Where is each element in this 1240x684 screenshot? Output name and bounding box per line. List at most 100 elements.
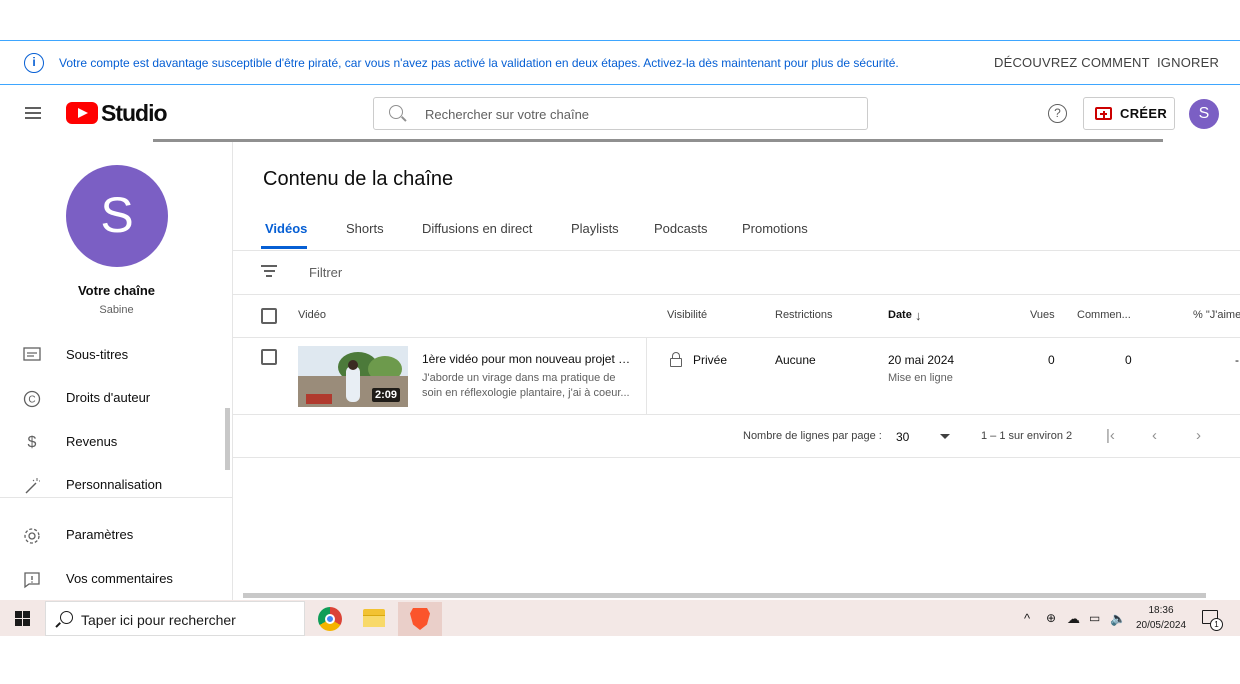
tab-videos[interactable]: Vidéos (265, 221, 307, 236)
likes-value: - (1235, 353, 1239, 367)
tab-live[interactable]: Diffusions en direct (422, 221, 532, 236)
battery-icon[interactable]: ▭ (1089, 611, 1100, 625)
select-all-checkbox[interactable] (261, 308, 277, 324)
channel-name: Sabine (99, 304, 134, 316)
column-restrictions: Restrictions (775, 309, 833, 321)
next-page-icon[interactable]: › (1196, 427, 1201, 444)
lock-icon (670, 352, 682, 367)
security-banner: i Votre compte est davantage susceptible… (0, 40, 1240, 85)
create-button[interactable]: CRÉER (1083, 97, 1175, 130)
pagination-divider (233, 457, 1240, 458)
tab-podcasts[interactable]: Podcasts (654, 221, 707, 236)
video-thumbnail[interactable]: 2:09 (298, 346, 408, 407)
row-checkbox[interactable] (261, 349, 277, 365)
sidebar-item-copyright[interactable]: C Droits d'auteur (0, 378, 232, 418)
volume-icon[interactable]: 🔈 (1110, 611, 1126, 627)
svg-text:C: C (28, 395, 35, 406)
column-views[interactable]: Vues (1030, 309, 1055, 321)
channel-title: Votre chaîne (77, 283, 156, 298)
windows-start-icon[interactable] (15, 611, 30, 626)
discover-how-button[interactable]: DÉCOUVREZ COMMENT (994, 55, 1150, 70)
account-avatar[interactable]: S (1189, 99, 1219, 129)
column-date[interactable]: Date (888, 309, 912, 321)
tabs-divider (233, 250, 1240, 251)
horizontal-scrollbar[interactable] (243, 593, 1206, 598)
dropdown-arrow-icon[interactable] (940, 434, 950, 439)
video-duration: 2:09 (372, 388, 401, 402)
youtube-logo-icon[interactable] (66, 102, 98, 124)
pagination-range: 1 – 1 sur environ 2 (981, 430, 1073, 442)
onedrive-icon[interactable]: ☁ (1067, 611, 1080, 627)
subtitles-icon (23, 347, 41, 363)
dollar-icon: $ (27, 434, 37, 451)
sidebar-item-subtitles[interactable]: Sous-titres (0, 335, 232, 375)
help-icon[interactable]: ? (1048, 104, 1067, 123)
sidebar-scrollbar[interactable] (225, 408, 230, 470)
video-description: J'aborde un virage dans ma pratique de s… (422, 372, 630, 399)
date-value: 20 mai 2024 (888, 353, 955, 367)
clock-time: 18:36 (1148, 605, 1174, 616)
tab-shorts[interactable]: Shorts (346, 221, 384, 236)
row-bottom-divider (233, 414, 1240, 415)
column-visibility: Visibilité (667, 309, 708, 321)
sidebar-item-label: Droits d'auteur (66, 390, 151, 405)
menu-icon[interactable] (25, 107, 41, 119)
rows-per-page-select[interactable]: 30 (896, 430, 909, 444)
ignore-button[interactable]: IGNORER (1157, 55, 1219, 70)
sidebar-item-feedback[interactable]: Vos commentaires (0, 559, 232, 599)
previous-page-icon[interactable]: ‹ (1152, 427, 1157, 444)
row-divider (646, 338, 647, 414)
sidebar-item-label: Sous-titres (66, 347, 129, 362)
sidebar-item-label: Personnalisation (66, 477, 163, 492)
header-divider (233, 337, 1240, 338)
first-page-icon[interactable]: |‹ (1106, 427, 1115, 444)
meet-now-icon[interactable]: ⊕ (1046, 611, 1056, 625)
taskbar-search-input[interactable]: Taper ici pour rechercher (45, 601, 305, 636)
feedback-icon (23, 571, 41, 589)
file-explorer-icon[interactable] (363, 609, 385, 627)
sort-arrow-down-icon[interactable]: ↓ (915, 308, 922, 323)
clock-date: 20/05/2024 (1135, 620, 1187, 631)
active-tab-indicator (261, 246, 307, 249)
column-likes[interactable]: % "J'aime (1193, 309, 1240, 321)
filter-divider (233, 294, 1240, 295)
search-icon (389, 105, 403, 119)
chrome-icon[interactable] (318, 607, 342, 631)
studio-logo-text[interactable]: Studio (101, 100, 168, 127)
date-status: Mise en ligne (888, 372, 953, 384)
create-video-icon (1095, 107, 1112, 120)
copyright-icon: C (23, 390, 41, 408)
tab-promotions[interactable]: Promotions (742, 221, 808, 236)
search-placeholder: Rechercher sur votre chaîne (425, 107, 590, 122)
tab-playlists[interactable]: Playlists (571, 221, 619, 236)
views-value: 0 (1048, 353, 1055, 367)
sidebar-divider (0, 497, 232, 498)
show-hidden-icons-icon[interactable]: ^ (1024, 611, 1030, 626)
taskbar-clock[interactable]: 18:36 20/05/2024 (1134, 603, 1188, 633)
info-icon: i (24, 53, 44, 73)
video-title[interactable]: 1ère vidéo pour mon nouveau projet "... (422, 352, 632, 366)
restrictions-value: Aucune (775, 353, 816, 367)
filter-input[interactable]: Filtrer (309, 265, 342, 280)
gear-icon (23, 527, 41, 544)
filter-icon[interactable] (261, 265, 277, 277)
rows-per-page-label: Nombre de lignes par page : (743, 430, 882, 442)
sidebar-item-settings[interactable]: Paramètres (0, 515, 232, 555)
comments-value: 0 (1125, 353, 1132, 367)
sidebar-item-customization[interactable]: Personnalisation (0, 465, 232, 505)
magic-wand-icon (23, 477, 41, 494)
visibility-value[interactable]: Privée (693, 353, 727, 367)
column-comments[interactable]: Commen... (1077, 309, 1131, 321)
banner-message: Votre compte est davantage susceptible d… (59, 56, 899, 70)
brave-taskbar-item[interactable] (398, 602, 442, 636)
notification-count-badge: 1 (1210, 618, 1223, 631)
taskbar-search-placeholder: Taper ici pour rechercher (81, 612, 236, 628)
sidebar-item-label: Revenus (66, 434, 118, 449)
column-video: Vidéo (298, 309, 326, 321)
sidebar-item-label: Paramètres (66, 527, 134, 542)
loading-bar (153, 139, 1163, 142)
page-title: Contenu de la chaîne (263, 168, 454, 190)
search-input[interactable]: Rechercher sur votre chaîne (373, 97, 868, 130)
sidebar-item-earn[interactable]: $ Revenus (0, 422, 232, 462)
channel-avatar[interactable]: S (66, 165, 168, 267)
